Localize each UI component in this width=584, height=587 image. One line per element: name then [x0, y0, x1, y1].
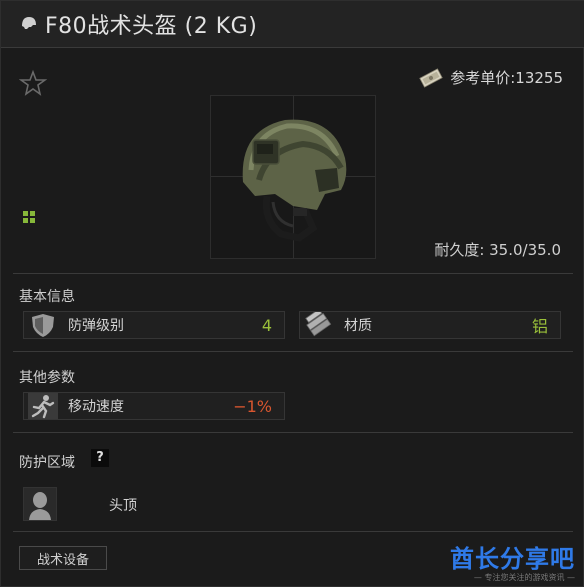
- stat-value: 铝: [531, 317, 548, 336]
- watermark-brand: 酋长分享吧: [450, 545, 575, 573]
- reference-price: 参考单价:13255: [418, 67, 563, 88]
- stat-move-speed: 移动速度 −1%: [23, 392, 285, 420]
- section-divider: [13, 351, 573, 352]
- window-titlebar[interactable]: F80战术头盔 (2 KG): [1, 1, 584, 48]
- section-divider: [13, 531, 573, 532]
- favorite-star-icon[interactable]: [19, 69, 47, 97]
- material-ingots-icon: [305, 312, 332, 337]
- inventory-size-icon: [23, 211, 35, 223]
- stat-label: 材质: [344, 318, 372, 334]
- stat-label: 移动速度: [68, 399, 124, 415]
- head-silhouette-icon: [23, 487, 57, 521]
- section-divider: [13, 273, 573, 274]
- running-icon: [28, 393, 58, 419]
- item-image-frame: [210, 95, 376, 259]
- section-title-protection: 防护区域: [19, 455, 75, 471]
- help-icon[interactable]: ?: [91, 449, 109, 467]
- watermark: 酋长分享吧 — 专注您关注的游戏资讯 —: [450, 539, 575, 583]
- armor-shield-icon: [32, 314, 54, 337]
- stat-label: 防弹级别: [68, 318, 124, 334]
- stat-material: 材质 铝: [299, 311, 561, 339]
- money-stack-icon: [419, 67, 443, 88]
- item-title: F80战术头盔 (2 KG): [45, 14, 258, 39]
- stat-armor-class: 防弹级别 4: [23, 311, 285, 339]
- helmet-icon: [22, 17, 36, 29]
- durability-readout: 耐久度: 35.0/35.0: [434, 241, 561, 259]
- item-inspect-window: F80战术头盔 (2 KG) 参考单价:13255 耐久度: 35.0/35.0…: [0, 0, 584, 587]
- stat-value: 4: [261, 315, 272, 335]
- section-title-basic: 基本信息: [19, 289, 75, 305]
- stat-value: −1%: [233, 396, 272, 416]
- tactical-helmet-image: [242, 119, 347, 242]
- tactical-equipment-tab[interactable]: 战术设备: [19, 546, 107, 570]
- section-title-other: 其他参数: [19, 370, 75, 386]
- price-label: 参考单价:13255: [450, 69, 563, 87]
- protection-zone-label: 头顶: [109, 498, 137, 514]
- section-divider: [13, 432, 573, 433]
